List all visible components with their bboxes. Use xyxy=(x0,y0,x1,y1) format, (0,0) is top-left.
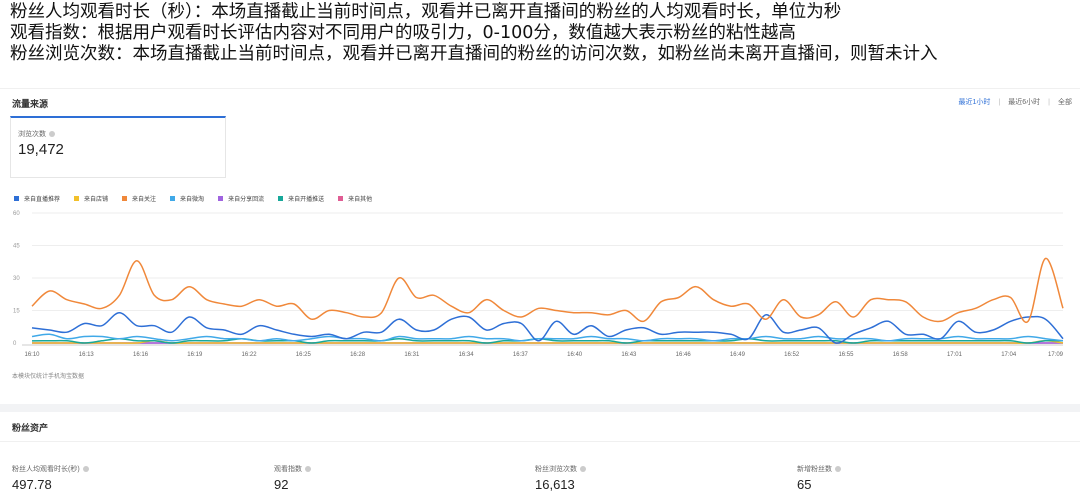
explanation-line-2: 观看指数：根据用户观看时长评估内容对不同用户的吸引力，0-100分，数值越大表示… xyxy=(10,23,796,43)
range-last-1h[interactable]: 最近1小时 xyxy=(959,97,991,107)
x-tick-label: 16:22 xyxy=(242,352,258,358)
legend-swatch xyxy=(170,196,176,201)
x-tick-label: 16:25 xyxy=(296,352,312,358)
x-tick-label: 16:28 xyxy=(350,352,366,358)
x-tick-label: 16:37 xyxy=(513,352,529,358)
views-metric-value: 19,472 xyxy=(18,141,64,158)
y-tick-label: 45 xyxy=(13,244,20,250)
range-all[interactable]: 全部 xyxy=(1058,97,1072,107)
traffic-line-chart: 60 45 30 15 0 16:10 16:13 16:16 16:19 16:22 16:25 1… xyxy=(13,211,1064,358)
x-tick-label: 16:16 xyxy=(133,352,149,358)
chart-footnote: 本模块仅统计手机淘宝数据 xyxy=(12,374,85,380)
legend-label: 来自开播推送 xyxy=(288,197,325,203)
legend-item[interactable]: 来自微淘 xyxy=(170,194,204,203)
y-tick-label: 60 xyxy=(13,211,20,217)
legend-label: 来自关注 xyxy=(132,197,157,203)
legend-label: 来自分享回流 xyxy=(228,197,265,203)
legend-swatch xyxy=(338,196,344,201)
range-last-6h[interactable]: 最近6小时 xyxy=(1008,97,1040,107)
legend-label: 来自其他 xyxy=(348,197,373,203)
divider xyxy=(0,441,1080,442)
legend-item[interactable]: 来自分享回流 xyxy=(218,194,264,203)
legend-item[interactable]: 来自其他 xyxy=(338,194,372,203)
legend-label: 来自直播推荐 xyxy=(24,197,61,203)
stat-label: 粉丝浏览次数 xyxy=(535,466,577,473)
explanation-line-1: 粉丝人均观看时长（秒）：本场直播截止当前时间点，观看并已离开直播间的粉丝的人均观… xyxy=(10,2,842,22)
fan-assets-title: 粉丝资产 xyxy=(12,423,49,433)
x-tick-label: 16:58 xyxy=(893,352,909,358)
x-tick-label: 16:40 xyxy=(567,352,583,358)
chart-legend: 来自直播推荐 来自店铺 来自关注 来自微淘 来自分享回流 来自开播推送 来自其他 xyxy=(14,194,372,203)
series-line-2 xyxy=(31,257,1064,324)
x-tick-label: 16:49 xyxy=(730,352,746,358)
help-icon[interactable] xyxy=(49,131,55,137)
stat-label: 新增粉丝数 xyxy=(797,466,832,473)
time-range-selector: 最近1小时 | 最近6小时 | 全部 xyxy=(959,97,1072,107)
x-tick-label: 16:46 xyxy=(676,352,692,358)
legend-swatch xyxy=(218,196,224,201)
help-icon[interactable] xyxy=(82,466,89,472)
stat-value: 497.78 xyxy=(12,477,52,492)
y-tick-label: 15 xyxy=(13,309,20,315)
x-tick-label: 16:34 xyxy=(459,352,475,358)
help-icon[interactable] xyxy=(580,466,586,472)
stat-value: 65 xyxy=(797,477,812,492)
stat-label: 观看指数 xyxy=(274,466,302,473)
range-separator: | xyxy=(998,98,1001,106)
x-tick-label: 16:55 xyxy=(838,352,854,358)
explanation-line-3: 粉丝浏览次数：本场直播截止当前时间点，观看并已离开直播间的粉丝的访问次数，如粉丝… xyxy=(10,44,938,64)
range-separator: | xyxy=(1048,98,1050,106)
x-tick-label: 16:31 xyxy=(404,352,420,358)
stat-avg-watch-time: 粉丝人均观看时长(秒) 497.78 xyxy=(12,464,89,492)
x-tick-label: 16:13 xyxy=(79,352,95,358)
y-tick-label: 0 xyxy=(13,341,17,347)
legend-label: 来自微淘 xyxy=(180,197,205,203)
stat-new-fans: 新增粉丝数 65 xyxy=(797,464,841,492)
x-tick-label: 16:52 xyxy=(784,352,800,358)
legend-item[interactable]: 来自店铺 xyxy=(74,194,108,203)
stat-fan-views: 粉丝浏览次数 16,613 xyxy=(535,464,586,492)
x-tick-label: 17:04 xyxy=(1001,352,1017,358)
x-tick-label: 17:09 xyxy=(1048,352,1064,358)
divider xyxy=(0,88,1080,89)
legend-swatch xyxy=(278,196,284,201)
help-icon[interactable] xyxy=(835,466,841,472)
legend-label: 来自店铺 xyxy=(84,197,109,203)
traffic-source-title: 流量来源 xyxy=(12,99,49,109)
section-gap xyxy=(0,404,1080,412)
x-tick-label: 17:01 xyxy=(947,352,963,358)
views-metric-label: 浏览次数 xyxy=(18,131,46,138)
x-tick-label: 16:19 xyxy=(187,352,203,358)
x-tick-label: 16:10 xyxy=(24,352,40,358)
stat-value: 16,613 xyxy=(535,477,575,492)
stat-value: 92 xyxy=(274,477,289,492)
stat-watch-index: 观看指数 92 xyxy=(274,464,311,492)
views-metric-card[interactable]: 浏览次数 19,472 xyxy=(10,116,226,178)
explanation-text: 粉丝人均观看时长（秒）：本场直播截止当前时间点，观看并已离开直播间的粉丝的人均观… xyxy=(10,2,1070,65)
y-tick-label: 30 xyxy=(13,276,20,282)
legend-item[interactable]: 来自直播推荐 xyxy=(14,194,60,203)
x-tick-label: 16:43 xyxy=(621,352,637,358)
legend-swatch xyxy=(74,196,80,201)
help-icon[interactable] xyxy=(305,466,311,472)
legend-swatch xyxy=(14,196,19,201)
views-metric-label-wrap: 浏览次数 xyxy=(18,129,55,139)
legend-item[interactable]: 来自关注 xyxy=(122,194,156,203)
stat-label: 粉丝人均观看时长(秒) xyxy=(12,466,80,473)
legend-item[interactable]: 来自开播推送 xyxy=(278,194,324,203)
legend-swatch xyxy=(122,196,128,201)
